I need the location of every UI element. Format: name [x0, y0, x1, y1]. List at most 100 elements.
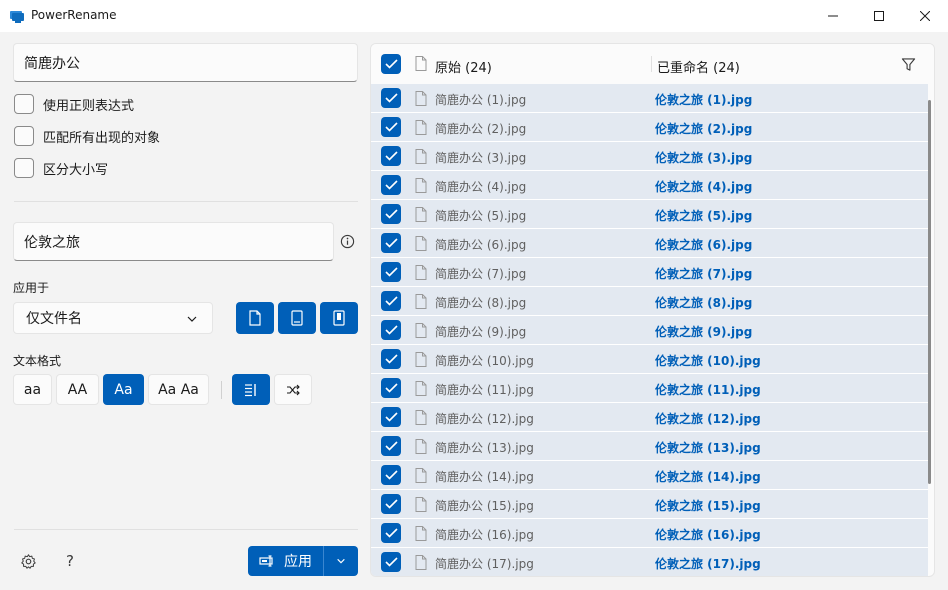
- original-column-header[interactable]: 原始 (24): [435, 57, 492, 76]
- table-row[interactable]: 简鹿办公 (6).jpg 伦敦之旅 (6).jpg: [371, 229, 928, 258]
- include-files-button[interactable]: [236, 302, 274, 334]
- table-row[interactable]: 简鹿办公 (7).jpg 伦敦之旅 (7).jpg: [371, 258, 928, 287]
- maximize-button[interactable]: [856, 0, 902, 32]
- file-icon: [415, 91, 427, 106]
- renamed-filename: 伦敦之旅 (10).jpg: [655, 354, 761, 368]
- check-icon: [384, 441, 398, 451]
- shuffle-icon: [287, 384, 300, 395]
- apply-options-button[interactable]: [324, 546, 358, 576]
- table-row[interactable]: 简鹿办公 (3).jpg 伦敦之旅 (3).jpg: [371, 142, 928, 171]
- row-checkbox[interactable]: [381, 407, 401, 427]
- row-checkbox[interactable]: [381, 175, 401, 195]
- table-row[interactable]: 简鹿办公 (4).jpg 伦敦之旅 (4).jpg: [371, 171, 928, 200]
- select-all-checkbox[interactable]: [381, 54, 401, 74]
- text-format-label: 文本格式: [13, 354, 62, 368]
- row-checkbox[interactable]: [381, 552, 401, 572]
- scrollbar[interactable]: [928, 100, 931, 484]
- renamed-filename: 伦敦之旅 (17).jpg: [655, 557, 761, 571]
- check-icon: [384, 151, 398, 161]
- apply-to-dropdown[interactable]: 仅文件名: [13, 302, 213, 334]
- randomize-button[interactable]: [274, 374, 312, 405]
- file-icon: [415, 294, 427, 309]
- row-checkbox[interactable]: [381, 291, 401, 311]
- row-checkbox[interactable]: [381, 146, 401, 166]
- row-checkbox[interactable]: [381, 117, 401, 137]
- table-row[interactable]: 简鹿办公 (11).jpg 伦敦之旅 (11).jpg: [371, 374, 928, 403]
- settings-icon[interactable]: [20, 553, 37, 570]
- case-sensitive-option[interactable]: 区分大小写: [14, 157, 108, 179]
- include-subfolders-button[interactable]: [320, 302, 358, 334]
- divider: [14, 201, 358, 202]
- row-checkbox[interactable]: [381, 378, 401, 398]
- info-icon[interactable]: [340, 234, 355, 249]
- check-icon: [384, 180, 398, 190]
- row-checkbox[interactable]: [381, 465, 401, 485]
- table-row[interactable]: 简鹿办公 (15).jpg 伦敦之旅 (15).jpg: [371, 490, 928, 519]
- divider: [221, 381, 222, 399]
- lowercase-button[interactable]: aa: [13, 374, 52, 405]
- apply-split-button[interactable]: 应用: [248, 546, 358, 576]
- row-checkbox[interactable]: [381, 262, 401, 282]
- renamed-filename: 伦敦之旅 (13).jpg: [655, 441, 761, 455]
- table-row[interactable]: 简鹿办公 (2).jpg 伦敦之旅 (2).jpg: [371, 113, 928, 142]
- table-row[interactable]: 简鹿办公 (17).jpg 伦敦之旅 (17).jpg: [371, 548, 928, 576]
- file-icon: [415, 178, 427, 193]
- renamed-filename: 伦敦之旅 (15).jpg: [655, 499, 761, 513]
- file-list-panel: 原始 (24) 已重命名 (24) 简鹿办公 (1).jpg 伦敦之旅 (1).j…: [370, 43, 935, 577]
- original-filename: 简鹿办公 (16).jpg: [435, 528, 534, 542]
- table-row[interactable]: 简鹿办公 (9).jpg 伦敦之旅 (9).jpg: [371, 316, 928, 345]
- use-regex-option[interactable]: 使用正则表达式: [14, 93, 134, 115]
- titlecase-button[interactable]: Aa: [103, 374, 144, 405]
- file-icon: [415, 236, 427, 251]
- original-filename: 简鹿办公 (17).jpg: [435, 557, 534, 571]
- use-regex-checkbox[interactable]: [14, 94, 34, 114]
- renamed-filename: 伦敦之旅 (12).jpg: [655, 412, 761, 426]
- renamed-filename: 伦敦之旅 (2).jpg: [655, 122, 753, 136]
- file-icon: [415, 497, 427, 512]
- table-row[interactable]: 简鹿办公 (13).jpg 伦敦之旅 (13).jpg: [371, 432, 928, 461]
- filter-icon[interactable]: [901, 57, 916, 72]
- check-icon: [384, 470, 398, 480]
- check-icon: [384, 296, 398, 306]
- match-all-checkbox[interactable]: [14, 126, 34, 146]
- table-row[interactable]: 简鹿办公 (1).jpg 伦敦之旅 (1).jpg: [371, 84, 928, 113]
- list-header: 原始 (24) 已重命名 (24): [371, 44, 934, 84]
- original-filename: 简鹿办公 (3).jpg: [435, 151, 527, 165]
- renamed-filename: 伦敦之旅 (6).jpg: [655, 238, 753, 252]
- row-checkbox[interactable]: [381, 494, 401, 514]
- row-checkbox[interactable]: [381, 320, 401, 340]
- table-row[interactable]: 简鹿办公 (10).jpg 伦敦之旅 (10).jpg: [371, 345, 928, 374]
- close-button[interactable]: [902, 0, 948, 32]
- table-row[interactable]: 简鹿办公 (12).jpg 伦敦之旅 (12).jpg: [371, 403, 928, 432]
- include-folders-button[interactable]: [278, 302, 316, 334]
- row-checkbox[interactable]: [381, 233, 401, 253]
- minimize-button[interactable]: [810, 0, 856, 32]
- renamed-column-header[interactable]: 已重命名 (24): [657, 57, 740, 76]
- case-sensitive-checkbox[interactable]: [14, 158, 34, 178]
- match-all-option[interactable]: 匹配所有出现的对象: [14, 125, 160, 147]
- capitalize-button[interactable]: Aa Aa: [148, 374, 209, 405]
- search-input[interactable]: 简鹿办公: [13, 43, 358, 82]
- row-checkbox[interactable]: [381, 349, 401, 369]
- table-row[interactable]: 简鹿办公 (8).jpg 伦敦之旅 (8).jpg: [371, 287, 928, 316]
- renamed-filename: 伦敦之旅 (14).jpg: [655, 470, 761, 484]
- table-row[interactable]: 简鹿办公 (16).jpg 伦敦之旅 (16).jpg: [371, 519, 928, 548]
- replace-input[interactable]: 伦敦之旅: [13, 222, 334, 261]
- table-row[interactable]: 简鹿办公 (14).jpg 伦敦之旅 (14).jpg: [371, 461, 928, 490]
- enumerate-button[interactable]: [232, 374, 270, 405]
- file-icon: [249, 310, 261, 326]
- row-checkbox[interactable]: [381, 88, 401, 108]
- table-row[interactable]: 简鹿办公 (5).jpg 伦敦之旅 (5).jpg: [371, 200, 928, 229]
- row-checkbox[interactable]: [381, 436, 401, 456]
- file-icon: [415, 265, 427, 280]
- apply-label: 应用: [284, 554, 312, 570]
- check-icon: [384, 499, 398, 509]
- apply-button[interactable]: 应用: [248, 546, 323, 576]
- uppercase-button[interactable]: AA: [56, 374, 99, 405]
- folder-icon: [291, 310, 303, 326]
- row-checkbox[interactable]: [381, 523, 401, 543]
- check-icon: [384, 325, 398, 335]
- check-icon: [384, 383, 398, 393]
- row-checkbox[interactable]: [381, 204, 401, 224]
- help-button[interactable]: ?: [66, 552, 74, 570]
